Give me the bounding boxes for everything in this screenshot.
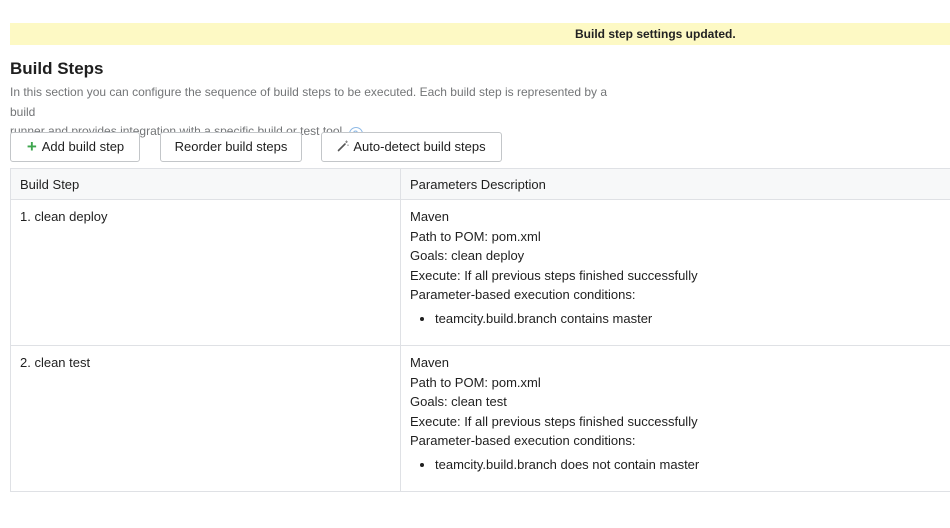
execute-policy: Execute: If all previous steps finished … [410, 413, 698, 429]
condition-item: teamcity.build.branch contains master [435, 309, 950, 329]
build-step-name-cell[interactable]: 1. clean deploy [10, 199, 401, 346]
add-build-step-label: Add build step [41, 139, 125, 154]
column-header-parameters: Parameters Description [400, 168, 950, 200]
build-steps-table: Build Step Parameters Description 1. cle… [10, 168, 950, 492]
wand-icon [338, 140, 349, 152]
conditions-label: Parameter-based execution conditions: [410, 287, 636, 302]
reorder-build-steps-label: Reorder build steps [174, 139, 288, 154]
banner-message: Build step settings updated. [575, 27, 736, 41]
runner-type: Maven [410, 209, 450, 224]
pom-path: Path to POM: pom.xml [410, 228, 541, 244]
table-header-row: Build Step Parameters Description [10, 168, 950, 200]
build-step-name[interactable]: 2. clean test [20, 355, 90, 370]
plus-icon: + [26, 137, 37, 156]
conditions-list: teamcity.build.branch contains master [410, 309, 950, 329]
add-build-step-button[interactable]: + Add build step [10, 132, 140, 162]
column-header-build-step: Build Step [10, 168, 401, 200]
auto-detect-build-steps-button[interactable]: Auto-detect build steps [321, 132, 502, 162]
table-row[interactable]: 2. clean test Maven Path to POM: pom.xml… [10, 345, 950, 492]
condition-item: teamcity.build.branch does not contain m… [435, 455, 950, 475]
page-title: Build Steps [10, 59, 104, 78]
build-step-name-cell[interactable]: 2. clean test [10, 345, 401, 492]
description-line-1: In this section you can configure the se… [10, 85, 608, 119]
parameters-cell[interactable]: Maven Path to POM: pom.xml Goals: clean … [400, 345, 950, 492]
parameters-cell[interactable]: Maven Path to POM: pom.xml Goals: clean … [400, 199, 950, 346]
success-banner: Build step settings updated. [10, 23, 950, 45]
runner-type: Maven [410, 355, 450, 370]
build-step-name[interactable]: 1. clean deploy [20, 209, 107, 224]
goals: Goals: clean deploy [410, 248, 525, 263]
goals: Goals: clean test [410, 394, 507, 409]
pom-path: Path to POM: pom.xml [410, 374, 541, 390]
auto-detect-build-steps-label: Auto-detect build steps [353, 139, 486, 154]
table-row[interactable]: 1. clean deploy Maven Path to POM: pom.x… [10, 199, 950, 346]
conditions-list: teamcity.build.branch does not contain m… [410, 455, 950, 475]
reorder-build-steps-button[interactable]: Reorder build steps [160, 132, 302, 162]
conditions-label: Parameter-based execution conditions: [410, 433, 636, 448]
execute-policy: Execute: If all previous steps finished … [410, 267, 698, 283]
